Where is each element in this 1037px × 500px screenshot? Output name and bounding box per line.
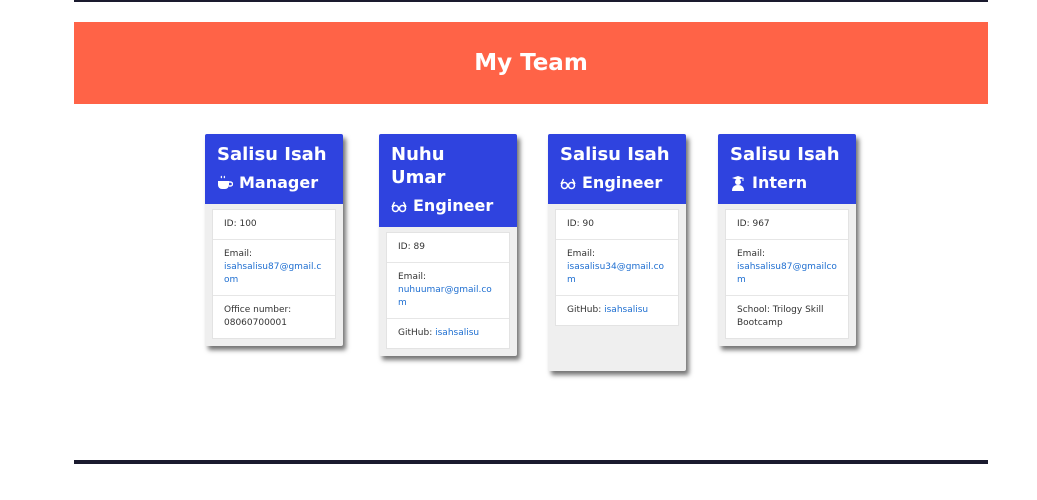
top-divider — [74, 0, 988, 2]
office-label: Office number: — [224, 305, 292, 315]
team-card-intern: Salisu Isah Intern ID: 967 Email: isahsa… — [718, 134, 856, 346]
email-label: Email: — [567, 249, 596, 259]
id-row: ID: 967 — [737, 219, 770, 229]
email-row: Email: isahsalisu87@gmail.com — [213, 239, 335, 295]
github-row: GitHub: isahsalisu — [387, 318, 509, 348]
employee-role: Intern — [730, 172, 844, 194]
github-link[interactable]: isahsalisu — [604, 305, 648, 315]
team-card-engineer: Salisu Isah Engineer ID: 90 Email: isasa… — [548, 134, 686, 371]
role-label: Engineer — [582, 173, 663, 192]
role-label: Engineer — [413, 196, 494, 215]
office-row: Office number: 08060700001 — [213, 295, 335, 338]
email-row: Email: isasalisu34@gmail.com — [556, 239, 678, 295]
employee-name: Salisu Isah — [730, 144, 840, 165]
employee-name: Salisu Isah — [217, 144, 327, 165]
employee-name: Salisu Isah — [560, 144, 670, 165]
github-label: GitHub: — [567, 305, 602, 315]
email-label: Email: — [737, 249, 766, 259]
school-row: School: Trilogy Skill Bootcamp — [726, 295, 848, 338]
github-label: GitHub: — [398, 328, 433, 338]
school-label: School: — [737, 305, 770, 315]
email-label: Email: — [398, 272, 427, 282]
office-value: 08060700001 — [224, 318, 287, 328]
coffee-icon — [218, 175, 233, 189]
glasses-icon — [391, 201, 407, 213]
role-label: Manager — [239, 173, 319, 192]
info-list: ID: 100 Email: isahsalisu87@gmail.com Of… — [212, 209, 336, 339]
employee-name: Nuhu Umar — [391, 144, 446, 188]
card-header: Nuhu Umar Engineer — [379, 134, 517, 227]
employee-role: Engineer — [560, 172, 674, 194]
info-list: ID: 967 Email: isahsalisu87@gmailcom Sch… — [725, 209, 849, 339]
page-title: My Team — [474, 50, 588, 76]
glasses-icon — [560, 178, 576, 190]
github-row: GitHub: isahsalisu — [556, 295, 678, 325]
card-header: Salisu Isah Manager — [205, 134, 343, 204]
email-row: Email: nuhuumar@gmail.com — [387, 262, 509, 318]
employee-role: Manager — [217, 172, 331, 194]
email-row: Email: isahsalisu87@gmailcom — [726, 239, 848, 295]
info-list: ID: 90 Email: isasalisu34@gmail.com GitH… — [555, 209, 679, 326]
graduate-icon — [732, 176, 744, 191]
email-link[interactable]: nuhuumar@gmail.com — [398, 285, 492, 308]
id-row: ID: 100 — [224, 219, 257, 229]
card-header: Salisu Isah Engineer — [548, 134, 686, 204]
team-banner: My Team — [74, 22, 988, 104]
card-header: Salisu Isah Intern — [718, 134, 856, 204]
info-list: ID: 89 Email: nuhuumar@gmail.com GitHub:… — [386, 232, 510, 349]
email-label: Email: — [224, 249, 253, 259]
email-link[interactable]: isahsalisu87@gmailcom — [737, 262, 837, 285]
id-row: ID: 90 — [567, 219, 594, 229]
role-label: Intern — [752, 173, 808, 192]
id-row: ID: 89 — [398, 242, 425, 252]
team-card-engineer: Nuhu Umar Engineer ID: 89 Email: nuhuuma… — [379, 134, 517, 356]
email-link[interactable]: isasalisu34@gmail.com — [567, 262, 664, 285]
team-card-manager: Salisu Isah Manager ID: 100 Email: isahs… — [205, 134, 343, 346]
employee-role: Engineer — [391, 195, 505, 217]
bottom-divider — [74, 460, 988, 464]
github-link[interactable]: isahsalisu — [435, 328, 479, 338]
email-link[interactable]: isahsalisu87@gmail.com — [224, 262, 321, 285]
